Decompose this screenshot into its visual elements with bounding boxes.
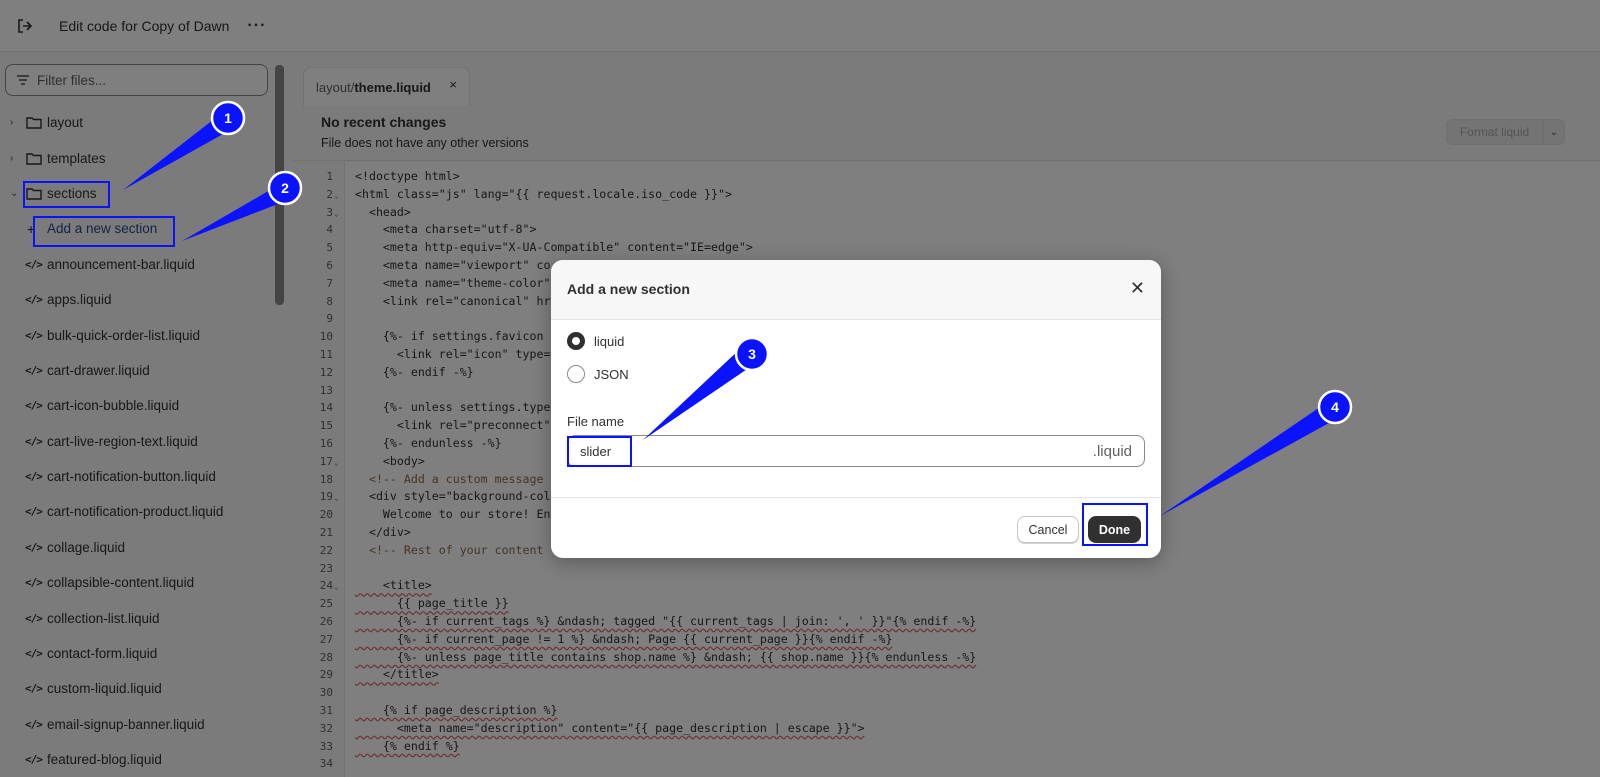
callout-number: 3 bbox=[748, 346, 756, 362]
callout-pointer-4 bbox=[1160, 403, 1338, 516]
callout-badge-4: 4 bbox=[1317, 389, 1353, 425]
callout-annotations: 1 2 3 4 bbox=[123, 100, 1353, 516]
callout-badge-1: 1 bbox=[210, 100, 246, 136]
callout-badge-3: 3 bbox=[734, 336, 770, 372]
callout-number: 1 bbox=[224, 110, 232, 126]
callout-number: 4 bbox=[1331, 399, 1339, 415]
callout-number: 2 bbox=[281, 180, 289, 196]
callout-badge-2: 2 bbox=[267, 170, 303, 206]
